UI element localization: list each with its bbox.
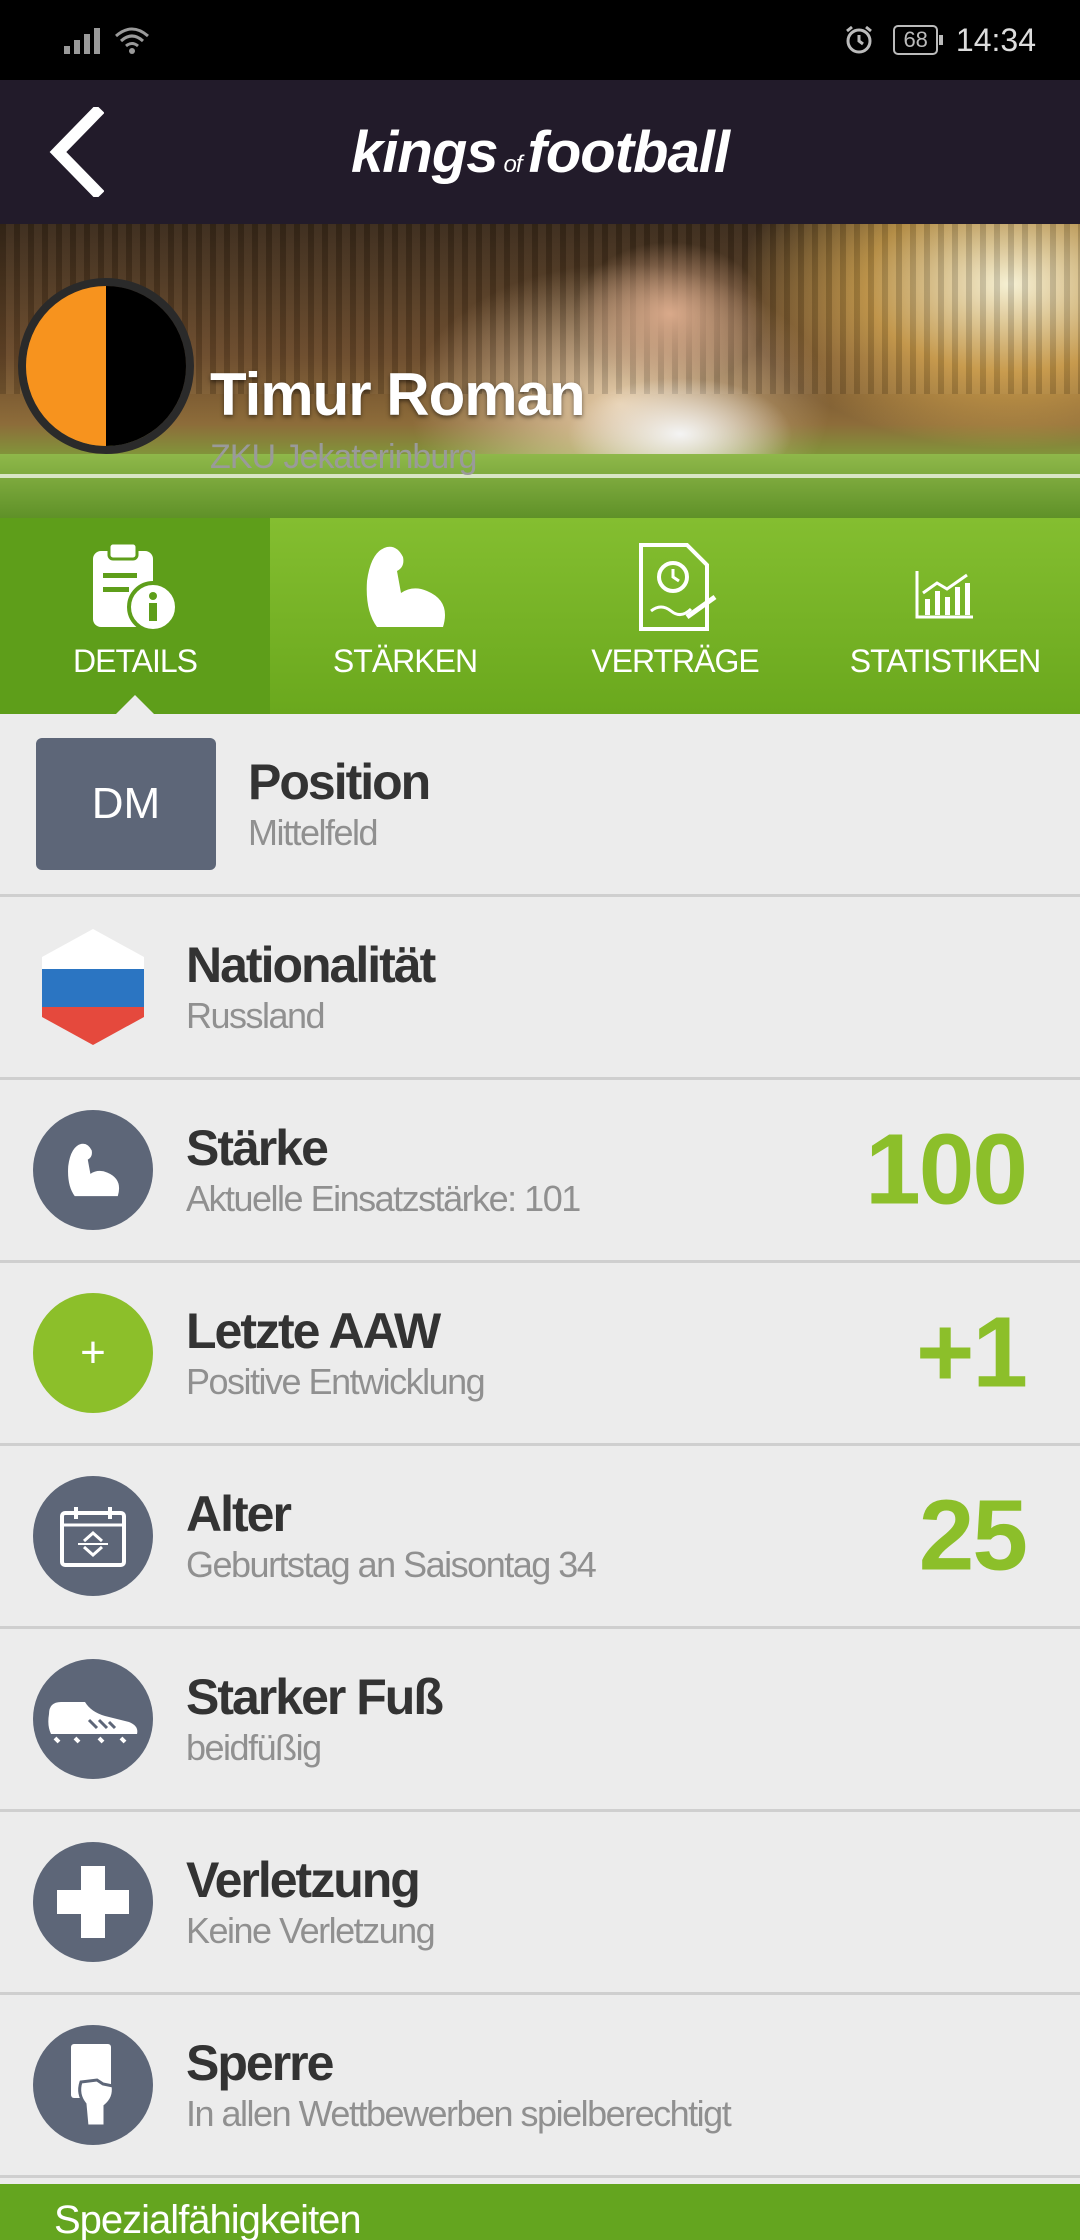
special-abilities-header[interactable]: Spezialfähigkeiten <box>0 2184 1080 2240</box>
injury-texts: Verletzung Keine Verletzung <box>186 1851 1080 1953</box>
strength-value: 100 <box>865 1113 1028 1226</box>
player-club[interactable]: ZKU Jekaterinburg <box>210 438 477 477</box>
plus-symbol: + <box>80 1328 106 1377</box>
tab-statistiken[interactable]: STATISTIKEN <box>810 518 1080 714</box>
tab-staerken[interactable]: STÄRKEN <box>270 518 540 714</box>
age-value: 25 <box>918 1479 1028 1592</box>
back-button[interactable] <box>36 80 116 224</box>
foot-title: Starker Fuß <box>186 1669 444 1725</box>
flag-wrap <box>0 927 186 1047</box>
position-badge: DM <box>36 738 216 870</box>
referee-card-icon <box>71 2044 115 2128</box>
logo-text-football: football <box>527 119 730 185</box>
bicep-icon <box>68 1143 120 1197</box>
russia-flag-icon <box>42 929 144 1045</box>
list-item-age: Alter Geburtstag an Saisontag 34 25 <box>0 1446 1080 1629</box>
signal-icon <box>64 26 100 54</box>
list-item-strength: Stärke Aktuelle Einsatzstärke: 101 100 <box>0 1080 1080 1263</box>
injury-title: Verletzung <box>186 1852 421 1908</box>
contract-icon <box>639 543 717 631</box>
foot-sub: beidfüßig <box>186 1727 322 1768</box>
position-title: Position <box>248 754 431 810</box>
position-texts: Position Mittelfeld <box>248 753 1080 855</box>
team-badge <box>18 278 194 454</box>
foot-icon-circle <box>33 1659 153 1779</box>
age-icon-wrap <box>0 1476 186 1596</box>
tab-details[interactable]: DETAILS <box>0 518 270 715</box>
tab-vertraege-label: VERTRÄGE <box>591 643 759 679</box>
status-right: 68 14:34 <box>843 22 1036 59</box>
player-name: Timur Roman <box>210 361 586 428</box>
list-item-strong-foot: Starker Fuß beidfüßig <box>0 1629 1080 1812</box>
list-item-position: DM Position Mittelfeld <box>0 714 1080 897</box>
strength-icon-circle <box>33 1110 153 1230</box>
aaw-icon-wrap: + <box>0 1293 186 1413</box>
medical-cross-icon <box>57 1866 129 1938</box>
chevron-left-icon <box>49 107 104 197</box>
clipboard-info-icon <box>93 541 179 633</box>
app-logo: kings of football <box>351 119 730 186</box>
suspension-icon-wrap <box>0 2025 186 2145</box>
suspension-icon-circle <box>33 2025 153 2145</box>
suspension-sub: In allen Wettbewerben spielberechtigt <box>186 2093 732 2134</box>
position-value: Mittelfeld <box>248 812 379 853</box>
tab-staerken-label: STÄRKEN <box>332 643 478 679</box>
foot-texts: Starker Fuß beidfüßig <box>186 1668 1080 1770</box>
suspension-title: Sperre <box>186 2035 334 2091</box>
chart-icon <box>915 571 973 619</box>
logo-text-kings: kings <box>351 119 498 185</box>
calendar-icon <box>60 1507 126 1567</box>
injury-icon-wrap <box>0 1842 186 1962</box>
suspension-texts: Sperre In allen Wettbewerben spielberech… <box>186 2034 1080 2136</box>
list-item-last-aaw: + Letzte AAW Positive Entwicklung +1 <box>0 1263 1080 1446</box>
list-item-injury: Verletzung Keine Verletzung <box>0 1812 1080 1995</box>
nationality-texts: Nationalität Russland <box>186 936 1080 1038</box>
foot-icon-wrap <box>0 1659 186 1779</box>
age-icon-circle <box>33 1476 153 1596</box>
strength-icon-wrap <box>0 1110 186 1230</box>
logo-text-of: of <box>503 150 523 178</box>
list-item-nationality: Nationalität Russland <box>0 897 1080 1080</box>
details-list: DM Position Mittelfeld Nationalität Russ… <box>0 714 1080 2178</box>
wifi-icon <box>115 27 149 54</box>
bicep-icon <box>366 546 445 627</box>
status-time: 14:34 <box>955 21 1036 58</box>
pitch-image <box>0 454 1080 518</box>
status-bar: 68 14:34 <box>0 0 1080 80</box>
app-bar: kings of football <box>0 80 1080 224</box>
player-hero: Timur Roman ZKU Jekaterinburg <box>0 224 1080 518</box>
tab-bar: DETAILS STÄRKEN VERTRÄGE STATISTIKEN <box>0 518 1080 715</box>
injury-sub: Keine Verletzung <box>186 1910 436 1951</box>
plus-circle-icon: + <box>33 1293 153 1413</box>
list-item-suspension: Sperre In allen Wettbewerben spielberech… <box>0 1995 1080 2178</box>
nationality-value: Russland <box>186 995 326 1036</box>
nationality-title: Nationalität <box>186 937 436 993</box>
tab-details-label: DETAILS <box>73 643 198 679</box>
aaw-value: +1 <box>915 1296 1028 1409</box>
football-boot-icon <box>48 1702 138 1744</box>
alarm-icon <box>846 25 873 54</box>
injury-icon-circle <box>33 1842 153 1962</box>
battery-indicator: 68 <box>893 25 944 55</box>
tab-statistiken-label: STATISTIKEN <box>849 643 1041 679</box>
status-left <box>64 26 150 54</box>
tab-vertraege[interactable]: VERTRÄGE <box>540 518 810 714</box>
